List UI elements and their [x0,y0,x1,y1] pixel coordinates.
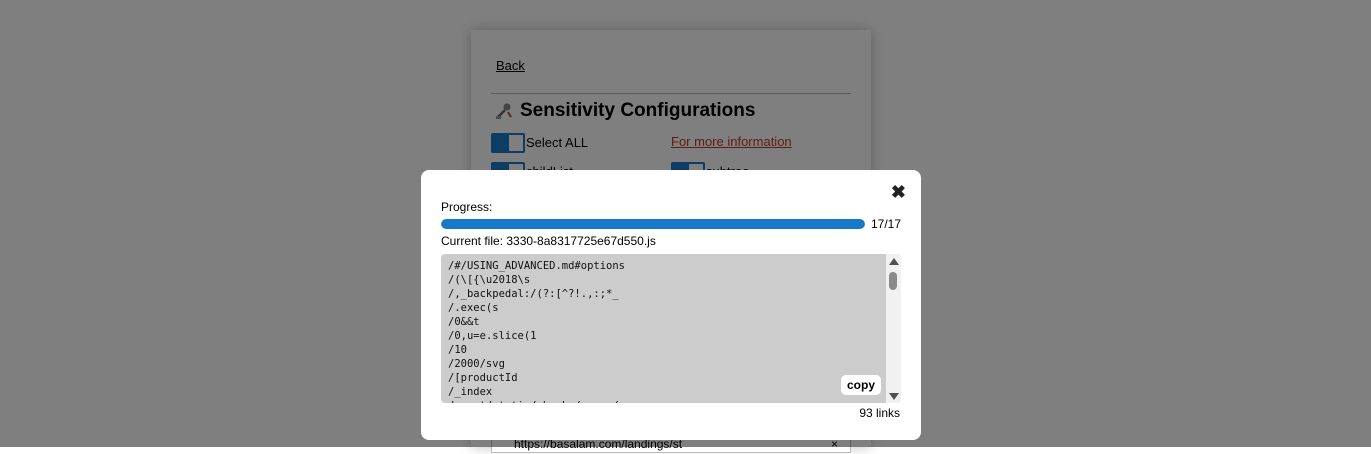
progress-bar-fill [441,219,865,229]
link-line: /0,u=e.slice(1 [448,330,537,342]
scroll-thumb[interactable] [889,272,897,290]
links-count: 93 links [859,406,900,420]
link-line: /_index [448,386,493,398]
links-list: /#/USING_ADVANCED.md#options /(\[{\u2018\… [448,259,625,403]
link-line: /[productId [448,372,518,384]
link-line: /,_backpedal:/(?:[^?!.,:;*_ [448,288,619,300]
scroll-up-icon[interactable] [889,258,899,265]
progress-modal: ✖ Progress: 17/17 Current file: 3330-8a8… [421,170,921,440]
link-line: /.exec(s [448,302,499,314]
progress-count: 17/17 [871,217,902,231]
link-line: /(\[{\u2018\s [448,274,531,286]
links-output[interactable]: /#/USING_ADVANCED.md#options /(\[{\u2018\… [441,254,901,403]
scroll-down-icon[interactable] [889,393,899,400]
copy-button[interactable]: copy [840,375,881,395]
link-line: /2000/svg [448,358,505,370]
link-line: /_next/static/chunks/pages/ [448,399,625,403]
link-line: /#/USING_ADVANCED.md#options [448,260,626,272]
link-line: /0&&t [448,316,480,328]
progress-bar [441,219,865,229]
progress-label: Progress: [441,200,493,214]
close-icon[interactable]: ✖ [891,183,906,201]
vertical-scrollbar[interactable] [886,254,901,403]
current-file: Current file: 3330-8a8317725e67d550.js [441,234,656,248]
link-line: /10 [448,344,467,356]
